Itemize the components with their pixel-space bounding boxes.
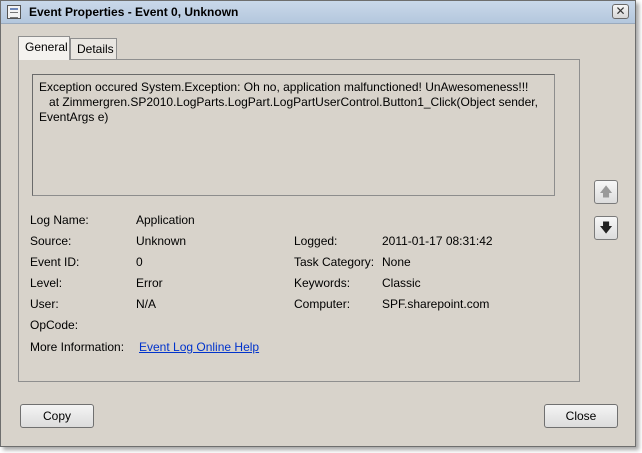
log-name-label: Log Name: [30, 213, 89, 227]
user-value: N/A [136, 297, 157, 311]
task-category-value: None [382, 255, 411, 269]
tab-general[interactable]: General [18, 36, 70, 60]
log-name-value: Application [136, 213, 195, 227]
next-event-button[interactable]: 🡇 [594, 216, 618, 240]
tab-details[interactable]: Details [70, 38, 117, 59]
user-label: User: [30, 297, 59, 311]
close-button[interactable]: Close [544, 404, 618, 428]
event-id-label: Event ID: [30, 255, 80, 269]
computer-value: SPF.sharepoint.com [382, 297, 490, 311]
level-value: Error [136, 276, 163, 290]
keywords-label: Keywords: [294, 276, 351, 290]
opcode-label: OpCode: [30, 318, 79, 332]
event-viewer-icon [7, 5, 21, 19]
previous-event-button[interactable]: 🡅 [594, 180, 618, 204]
window-title: Event Properties - Event 0, Unknown [29, 5, 239, 19]
level-label: Level: [30, 276, 63, 290]
copy-button[interactable]: Copy [20, 404, 94, 428]
source-value: Unknown [136, 234, 187, 248]
event-id-value: 0 [136, 255, 143, 269]
event-description[interactable]: Exception occured System.Exception: Oh n… [32, 74, 555, 196]
keywords-value: Classic [382, 276, 421, 290]
logged-label: Logged: [294, 234, 338, 248]
more-information-label: More Information: [30, 340, 125, 354]
source-label: Source: [30, 234, 72, 248]
logged-value: 2011-01-17 08:31:42 [382, 234, 493, 248]
title-bar[interactable]: Event Properties - Event 0, Unknown ✕ [1, 1, 635, 24]
computer-label: Computer: [294, 297, 351, 311]
event-log-online-help-link[interactable]: Event Log Online Help [139, 340, 259, 354]
window-close-button[interactable]: ✕ [612, 4, 629, 19]
arrow-up-icon: 🡅 [599, 184, 613, 199]
arrow-down-icon: 🡇 [599, 220, 613, 235]
task-category-label: Task Category: [294, 255, 375, 269]
close-icon: ✕ [615, 4, 626, 18]
